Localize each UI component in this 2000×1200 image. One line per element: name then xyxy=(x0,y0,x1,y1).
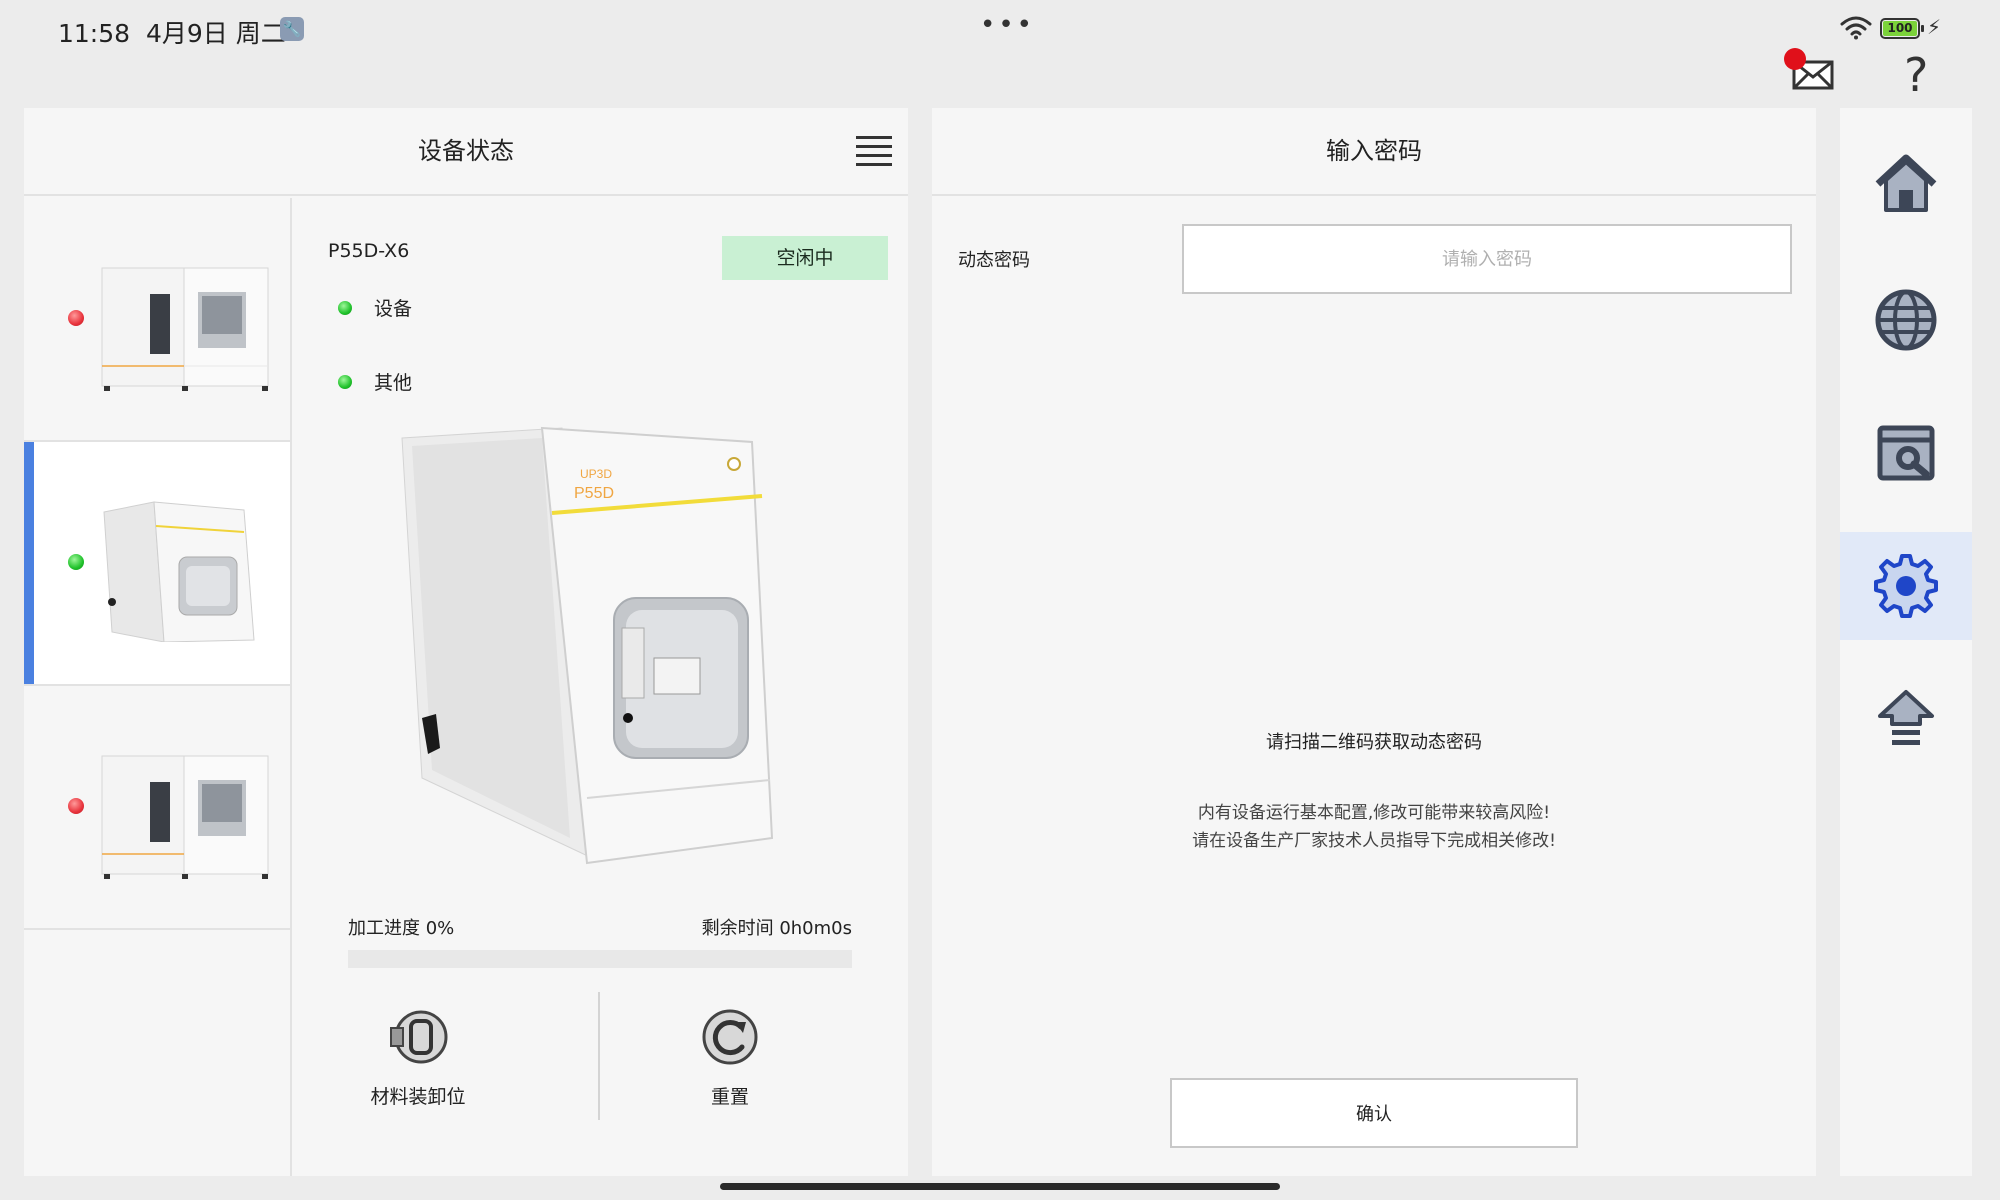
upgrade-arrow-icon xyxy=(1878,690,1934,745)
status-bar: 11:58 4月9日 周二 🔧 ••• 100 ⚡ xyxy=(0,0,2000,58)
nav-home[interactable] xyxy=(1840,130,1972,238)
device-list xyxy=(24,198,292,1176)
status-time: 11:58 4月9日 周二 xyxy=(58,19,286,48)
home-icon xyxy=(1875,154,1937,212)
help-icon[interactable]: ? xyxy=(1904,48,1928,102)
tools-window-icon xyxy=(1877,425,1935,481)
nav-network[interactable] xyxy=(1840,266,1972,374)
reset-button[interactable]: 重置 xyxy=(640,1008,820,1118)
globe-icon xyxy=(1875,289,1937,351)
nav-settings[interactable] xyxy=(1840,532,1972,640)
status-dot-green xyxy=(338,374,352,389)
menu-icon[interactable] xyxy=(856,134,892,168)
material-load-button[interactable]: 材料装卸位 xyxy=(328,1008,508,1118)
nav-rail xyxy=(1840,108,1972,1176)
home-indicator[interactable] xyxy=(720,1183,1280,1190)
password-header: 输入密码 xyxy=(932,108,1816,196)
battery-level: 100 xyxy=(1883,21,1917,36)
status-dot-green xyxy=(68,554,84,570)
warning-text-line2: 请在设备生产厂家技术人员指导下完成相关修改! xyxy=(1192,831,1556,851)
nav-tools[interactable] xyxy=(1840,398,1972,506)
material-load-icon xyxy=(390,1010,448,1064)
warning-text-line1: 内有设备运行基本配置,修改可能带来较高风险! xyxy=(1197,803,1551,823)
multitask-dots[interactable]: ••• xyxy=(980,10,1035,40)
status-dot-red xyxy=(68,798,84,814)
nav-upgrade[interactable] xyxy=(1840,664,1972,772)
device-list-item-selected[interactable] xyxy=(24,442,290,686)
device-status-header: 设备状态 xyxy=(24,108,908,196)
device-model-name: P55D-X6 xyxy=(328,240,410,262)
machine-brand-text: UP3D xyxy=(580,467,612,481)
twin-machine-image xyxy=(101,267,269,391)
panel-title: 设备状态 xyxy=(418,137,514,165)
reset-label: 重置 xyxy=(710,1086,749,1108)
status-badge: 空闲中 xyxy=(722,236,888,280)
action-divider xyxy=(598,992,600,1120)
password-input[interactable] xyxy=(1182,224,1792,294)
machine-thumbnail-image xyxy=(103,501,255,642)
device-list-item[interactable] xyxy=(24,198,290,442)
material-load-label: 材料装卸位 xyxy=(370,1086,466,1108)
status-dot-green xyxy=(338,300,352,315)
progress-label: 加工进度 0% xyxy=(348,918,455,939)
wrench-icon: 🔧 xyxy=(280,17,304,41)
machine-model-text: P55D xyxy=(574,485,614,502)
dynamic-password-label: 动态密码 xyxy=(958,250,1030,271)
confirm-button[interactable]: 确认 xyxy=(1170,1078,1578,1148)
twin-machine-image xyxy=(101,755,269,879)
wifi-icon xyxy=(1840,16,1872,40)
machine-image: UP3D P55D xyxy=(401,426,774,865)
reset-icon xyxy=(702,1009,758,1065)
password-panel: 输入密码 动态密码 请扫描二维码获取动态密码 内有设备运行基本配置,修改可能带来… xyxy=(932,108,1816,1176)
remaining-time-label: 剩余时间 0h0m0s xyxy=(701,918,852,939)
charging-icon: ⚡ xyxy=(1927,15,1942,39)
device-detail: P55D-X6 空闲中 设备 其他 UP3D P55D 加工进度 0% 剩余时间… xyxy=(292,198,908,1176)
progress-bar xyxy=(348,950,852,968)
settings-gear-icon xyxy=(1874,554,1938,618)
device-status-panel: 设备状态 P55D-X6 空闲中 设备 其他 UP3D P55D 加工进度 0%… xyxy=(24,108,908,1176)
status-row-device: 设备 xyxy=(338,294,412,321)
status-dot-red xyxy=(68,310,84,326)
status-row-other: 其他 xyxy=(338,368,412,395)
notification-badge xyxy=(1784,48,1806,70)
device-list-item[interactable] xyxy=(24,686,290,930)
qr-hint-text: 请扫描二维码获取动态密码 xyxy=(1266,732,1482,753)
panel-title: 输入密码 xyxy=(1326,137,1422,165)
battery-icon: 100 xyxy=(1880,18,1924,39)
